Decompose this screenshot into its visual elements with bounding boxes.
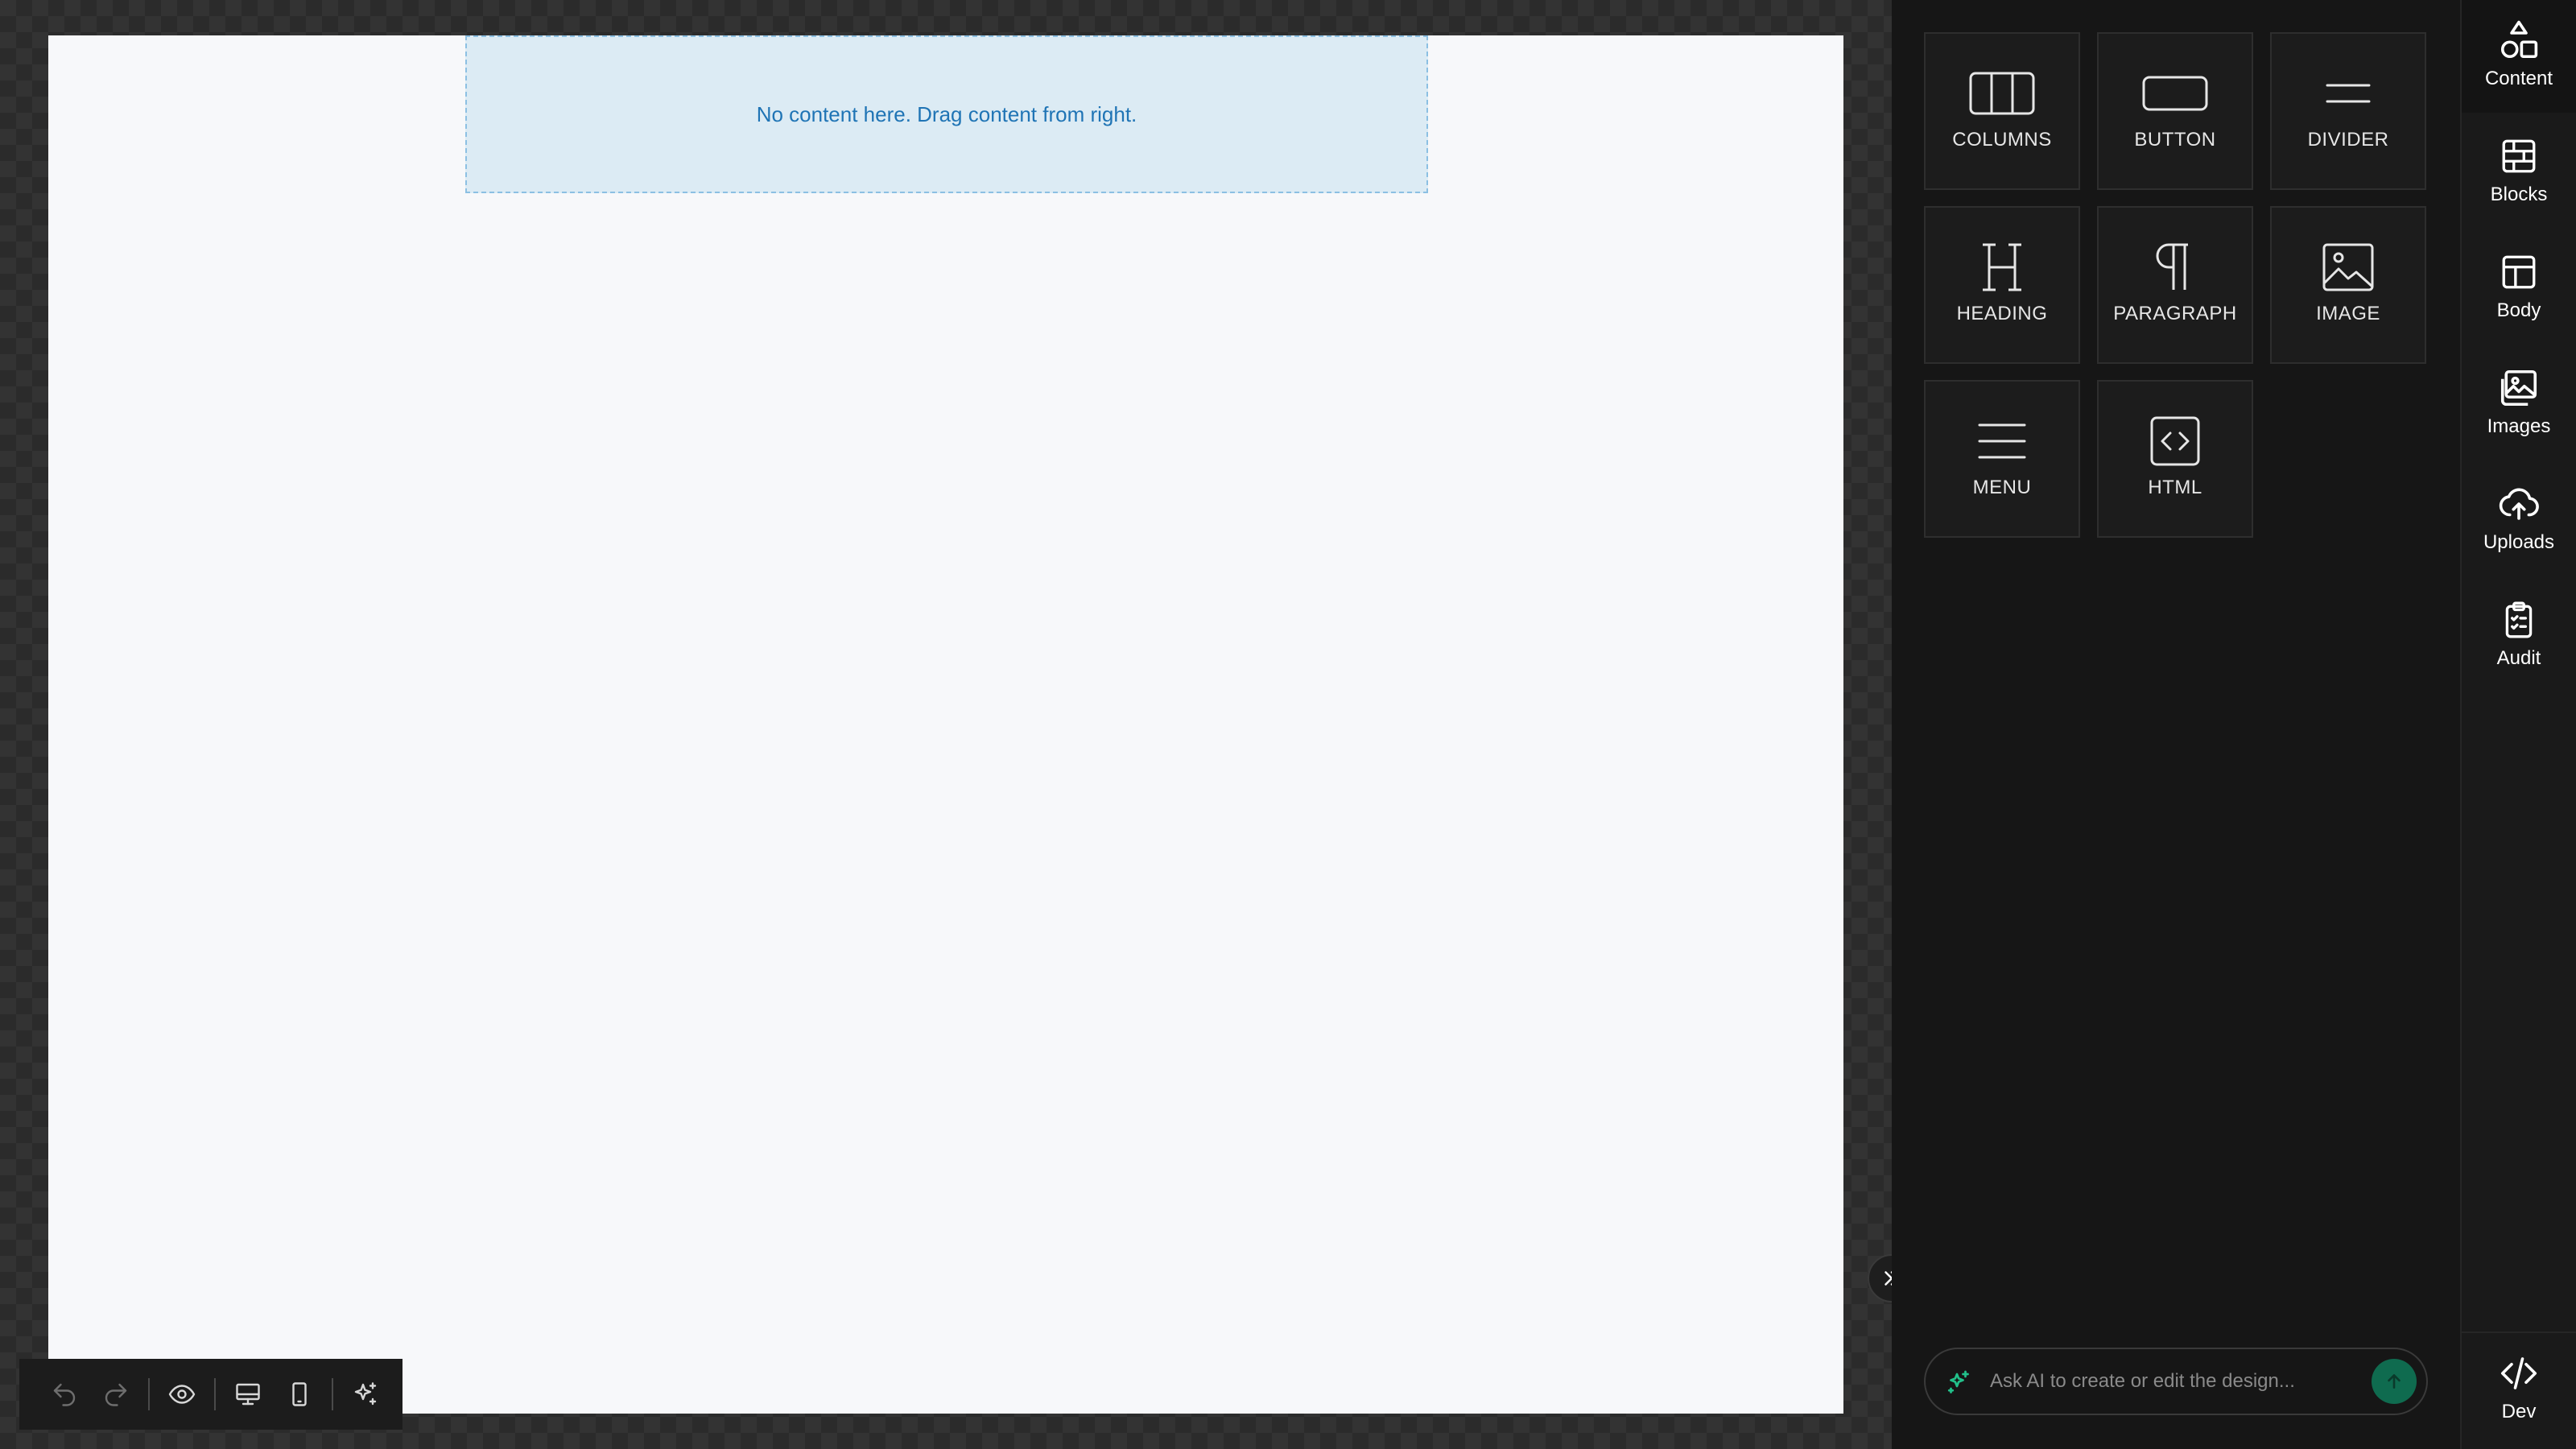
tile-image[interactable]: IMAGE [2270, 206, 2426, 364]
layout-icon [2496, 250, 2541, 295]
ai-prompt-input[interactable] [1988, 1369, 2372, 1393]
tile-label: BUTTON [2134, 129, 2216, 151]
clipboard-icon [2496, 597, 2541, 642]
tile-label: IMAGE [2316, 303, 2380, 324]
rail-item-body[interactable]: Body [2462, 232, 2576, 345]
tile-label: HTML [2148, 477, 2202, 498]
redo-button[interactable] [90, 1368, 142, 1420]
ai-send-button[interactable] [2372, 1359, 2417, 1404]
rail-item-label: Dev [2501, 1401, 2537, 1422]
side-nav-rail: Content Blocks Body Images Uploads Audit [2460, 0, 2576, 1449]
preview-eye-icon [168, 1385, 196, 1404]
shapes-icon [2496, 18, 2541, 63]
ai-sparkle-icon [354, 1382, 377, 1406]
rail-item-label: Uploads [2483, 531, 2555, 553]
empty-drop-zone[interactable]: No content here. Drag content from right… [465, 35, 1428, 193]
tile-html[interactable]: HTML [2097, 380, 2253, 538]
mobile-view-button[interactable] [274, 1368, 325, 1420]
undo-icon [53, 1383, 76, 1406]
toolbar-divider [214, 1378, 216, 1410]
rail-item-uploads[interactable]: Uploads [2462, 464, 2576, 576]
desktop-view-button[interactable] [222, 1368, 274, 1420]
rail-item-label: Content [2484, 68, 2553, 89]
editor-toolbar [19, 1359, 402, 1430]
tile-label: HEADING [1956, 303, 2048, 324]
columns-icon [1968, 69, 2036, 118]
divider-icon [2314, 69, 2382, 118]
paragraph-icon [2141, 243, 2209, 291]
tile-divider[interactable]: DIVIDER [2270, 32, 2426, 190]
undo-button[interactable] [39, 1368, 90, 1420]
tile-paragraph[interactable]: PARAGRAPH [2097, 206, 2253, 364]
rail-item-audit[interactable]: Audit [2462, 580, 2576, 692]
rail-item-dev[interactable]: Dev [2462, 1333, 2576, 1446]
tile-label: COLUMNS [1952, 129, 2052, 151]
ai-sparkle-icon [1947, 1370, 1969, 1393]
tile-columns[interactable]: COLUMNS [1924, 32, 2080, 190]
rail-item-blocks[interactable]: Blocks [2462, 116, 2576, 229]
arrow-up-icon [2388, 1374, 2401, 1389]
redo-icon [105, 1383, 127, 1406]
rail-item-label: Body [2496, 299, 2541, 321]
toolbar-divider [332, 1378, 333, 1410]
button-icon [2141, 69, 2209, 118]
rail-item-label: Blocks [2490, 184, 2548, 205]
tile-button[interactable]: BUTTON [2097, 32, 2253, 190]
rail-item-images[interactable]: Images [2462, 348, 2576, 460]
ai-prompt-bar [1924, 1348, 2428, 1415]
tile-label: DIVIDER [2307, 129, 2389, 151]
images-icon [2496, 365, 2541, 411]
heading-icon [1968, 243, 2036, 291]
rail-item-label: Audit [2496, 647, 2541, 669]
menu-icon [1968, 417, 2036, 465]
rail-item-content[interactable]: Content [2462, 0, 2576, 113]
desktop-view-icon [236, 1383, 260, 1406]
blocks-icon [2496, 134, 2541, 179]
code-icon [2496, 1351, 2541, 1396]
mobile-view-icon [292, 1382, 307, 1406]
drop-zone-message: No content here. Drag content from right… [756, 101, 1137, 126]
rail-item-label: Images [2487, 415, 2551, 437]
email-canvas[interactable]: No content here. Drag content from right… [48, 35, 1843, 1414]
workspace-backdrop: No content here. Drag content from right… [0, 0, 1916, 1449]
tile-label: PARAGRAPH [2113, 303, 2237, 324]
content-panel: COLUMNS BUTTON DIVIDER HEADING PARAGRAPH… [1892, 0, 2460, 1449]
preview-button[interactable] [156, 1368, 208, 1420]
image-icon [2314, 243, 2382, 291]
tile-menu[interactable]: MENU [1924, 380, 2080, 538]
tile-heading[interactable]: HEADING [1924, 206, 2080, 364]
ai-assist-button[interactable] [340, 1368, 391, 1420]
tile-label: MENU [1972, 477, 2032, 498]
html-icon [2141, 416, 2209, 466]
cloud-upload-icon [2496, 481, 2541, 526]
toolbar-divider [148, 1378, 150, 1410]
